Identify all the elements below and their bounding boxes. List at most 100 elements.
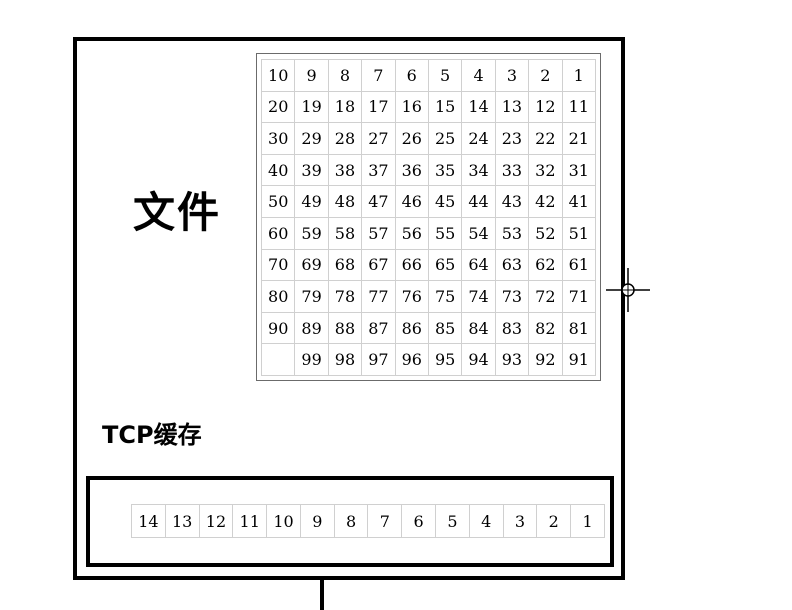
file-grid-cell: 96 xyxy=(394,343,429,376)
file-grid-cell: 91 xyxy=(561,343,597,376)
file-grid-cell: 51 xyxy=(561,216,597,250)
file-grid-cell: 98 xyxy=(327,343,363,376)
file-grid-cell: 67 xyxy=(361,248,396,282)
file-grid-cell: 59 xyxy=(294,216,329,250)
file-grid-table: 10 9 8 7 6 5 4 3 2 1 20 19 18 17 16 15 14 13 12 11 30 29 28 27 2… xyxy=(260,59,597,376)
tcp-buffer-cell: 12 xyxy=(198,504,234,538)
file-grid-cell: 7 xyxy=(361,59,396,92)
file-grid-row: 90 89 88 87 86 85 84 83 82 81 xyxy=(260,311,597,345)
file-grid-cell: 52 xyxy=(528,216,563,250)
file-grid-cell: 27 xyxy=(361,122,396,155)
tcp-buffer-cell: 4 xyxy=(468,504,504,538)
file-grid-cell: 34 xyxy=(461,153,496,187)
file-grid-cell: 92 xyxy=(528,343,563,376)
file-grid-cell: 79 xyxy=(294,280,329,313)
file-grid-cell: 16 xyxy=(394,90,429,124)
file-grid-cell: 61 xyxy=(561,248,597,282)
file-grid-cell: 85 xyxy=(427,311,463,345)
file-grid-cell: 18 xyxy=(327,90,363,124)
file-grid-cell: 39 xyxy=(294,153,329,187)
file-grid-cell: 43 xyxy=(494,185,530,218)
file-grid-cell: 31 xyxy=(561,153,597,187)
tcp-buffer-cell: 5 xyxy=(435,504,470,538)
file-grid-row: 30 29 28 27 26 25 24 23 22 21 xyxy=(260,122,597,155)
file-grid-row: 99 98 97 96 95 94 93 92 91 xyxy=(260,343,597,376)
tcp-buffer-cell: 7 xyxy=(367,504,403,538)
file-grid-cell: 90 xyxy=(260,311,296,345)
file-grid-cell: 22 xyxy=(528,122,563,155)
file-grid-cell: 74 xyxy=(461,280,496,313)
file-grid-cell: 63 xyxy=(494,248,530,282)
file-grid-cell: 60 xyxy=(260,216,296,250)
file-grid-cell: 48 xyxy=(327,185,363,218)
file-grid-cell: 25 xyxy=(427,122,463,155)
file-grid-cell: 44 xyxy=(461,185,496,218)
file-grid-cell: 82 xyxy=(528,311,563,345)
tcp-buffer-table: 14 13 12 11 10 9 8 7 6 5 4 3 2 1 xyxy=(131,504,605,538)
file-grid-cell: 35 xyxy=(427,153,463,187)
file-grid-row: 40 39 38 37 36 35 34 33 32 31 xyxy=(260,153,597,187)
file-grid-row: 20 19 18 17 16 15 14 13 12 11 xyxy=(260,90,597,124)
tcp-buffer-grid: 14 13 12 11 10 9 8 7 6 5 4 3 2 1 xyxy=(131,504,605,538)
file-grid-cell: 55 xyxy=(427,216,463,250)
file-grid-cell: 9 xyxy=(294,59,329,92)
file-grid-row: 50 49 48 47 46 45 44 43 42 41 xyxy=(260,185,597,218)
file-grid-cell: 41 xyxy=(561,185,597,218)
file-grid-cell: 5 xyxy=(427,59,463,92)
file-grid-cell: 30 xyxy=(260,122,296,155)
file-grid-cell: 56 xyxy=(394,216,429,250)
file-grid-cell: 14 xyxy=(461,90,496,124)
file-grid-cell: 2 xyxy=(528,59,563,92)
tcp-buffer-cell: 14 xyxy=(131,504,166,538)
tcp-buffer-cell: 1 xyxy=(570,504,605,538)
file-grid-cell: 66 xyxy=(394,248,429,282)
file-grid-cell: 36 xyxy=(394,153,429,187)
tcp-buffer-cell: 8 xyxy=(333,504,369,538)
file-grid-cell: 49 xyxy=(294,185,329,218)
file-grid-cell: 83 xyxy=(494,311,530,345)
file-grid-cell: 45 xyxy=(427,185,463,218)
file-grid-row: 60 59 58 57 56 55 54 53 52 51 xyxy=(260,216,597,250)
file-grid-cell: 73 xyxy=(494,280,530,313)
file-grid-cell: 33 xyxy=(494,153,530,187)
file-grid-cell: 76 xyxy=(394,280,429,313)
file-grid-cell: 69 xyxy=(294,248,329,282)
file-grid-cell: 20 xyxy=(260,90,296,124)
file-grid-cell: 17 xyxy=(361,90,396,124)
file-grid-cell: 94 xyxy=(461,343,496,376)
file-grid-cell: 50 xyxy=(260,185,296,218)
file-grid-cell: 12 xyxy=(528,90,563,124)
file-grid-cell: 54 xyxy=(461,216,496,250)
file-grid-cell: 40 xyxy=(260,153,296,187)
file-grid-cell: 86 xyxy=(394,311,429,345)
file-grid-cell: 29 xyxy=(294,122,329,155)
file-grid-cell: 24 xyxy=(461,122,496,155)
file-grid-cell: 93 xyxy=(494,343,530,376)
file-grid-cell: 37 xyxy=(361,153,396,187)
file-grid-cell: 80 xyxy=(260,280,296,313)
file-grid-cell: 88 xyxy=(327,311,363,345)
file-grid-cell: 13 xyxy=(494,90,530,124)
file-grid-cell: 19 xyxy=(294,90,329,124)
file-grid-cell: 77 xyxy=(361,280,396,313)
file-label: 文件 xyxy=(133,188,222,237)
file-grid: 10 9 8 7 6 5 4 3 2 1 20 19 18 17 16 15 14 13 12 11 30 29 28 27 2… xyxy=(256,53,601,381)
file-grid-row: 10 9 8 7 6 5 4 3 2 1 xyxy=(260,59,597,92)
file-grid-cell: 57 xyxy=(361,216,396,250)
file-grid-cell: 81 xyxy=(561,311,597,345)
tcp-buffer-label: TCP缓存 xyxy=(102,421,202,449)
file-grid-cell: 99 xyxy=(294,343,329,376)
crosshair-cursor-icon xyxy=(606,268,650,312)
file-grid-cell: 68 xyxy=(327,248,363,282)
file-grid-cell: 75 xyxy=(427,280,463,313)
tcp-buffer-cell: 6 xyxy=(401,504,437,538)
file-grid-cell: 1 xyxy=(561,59,597,92)
file-grid-cell xyxy=(260,343,296,376)
file-grid-cell: 89 xyxy=(294,311,329,345)
file-grid-cell: 65 xyxy=(427,248,463,282)
tcp-buffer-cell: 10 xyxy=(266,504,301,538)
file-grid-cell: 64 xyxy=(461,248,496,282)
tcp-buffer-cell: 9 xyxy=(299,504,335,538)
diagram-canvas: 文件 10 9 8 7 6 5 4 3 2 1 20 19 18 17 16 15 14 13 12 11 30 29 28… xyxy=(0,0,792,610)
file-grid-cell: 4 xyxy=(461,59,496,92)
